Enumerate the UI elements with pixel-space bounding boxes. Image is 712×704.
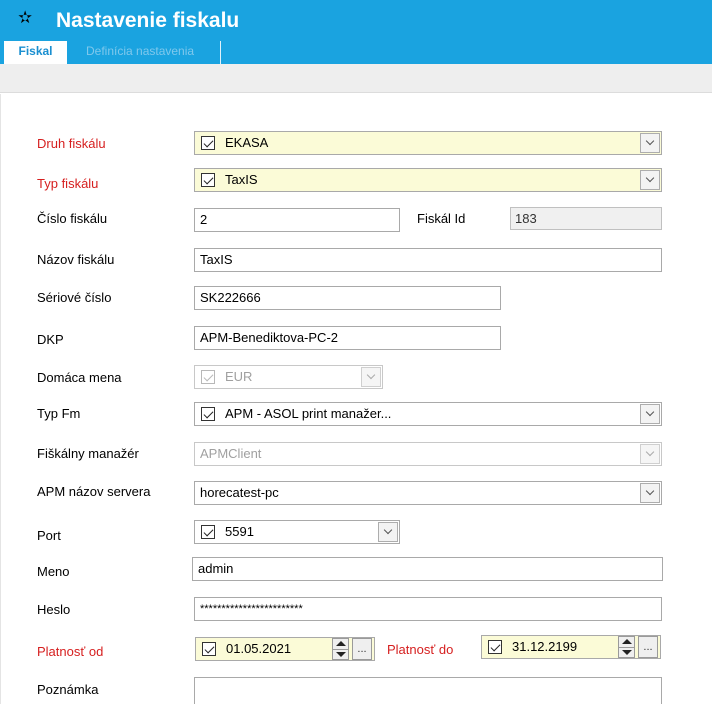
heslo-label: Heslo (37, 602, 71, 617)
seriove-cislo-input[interactable]: SK222666 (194, 286, 501, 310)
typ-fiskalu-select[interactable]: TaxIS (194, 168, 662, 192)
domaca-mena-checkbox (201, 370, 215, 384)
cislo-fiskalu-value: 2 (200, 212, 208, 227)
chevron-down-icon[interactable] (640, 404, 660, 424)
nazov-fiskalu-label: Názov fiskálu (37, 252, 115, 267)
typ-fiskalu-label: Typ fiskálu (37, 176, 99, 191)
chevron-down-icon[interactable] (640, 133, 660, 153)
port-label: Port (37, 528, 61, 543)
platnost-od-checkbox[interactable] (202, 642, 216, 656)
port-value: 5591 (225, 524, 254, 539)
port-select[interactable]: 5591 (194, 520, 400, 544)
chevron-down-icon (361, 367, 381, 387)
platnost-od-datepicker[interactable]: 01.05.2021 ... (195, 637, 375, 661)
fiskal-id-field: 183 (510, 207, 662, 230)
domaca-mena-select: EUR (194, 365, 383, 389)
heslo-input[interactable]: ************************ (194, 597, 662, 621)
chevron-down-icon[interactable] (640, 170, 660, 190)
favorite-star-icon[interactable]: ✫ (18, 8, 32, 28)
druh-fiskalu-select[interactable]: EKASA (194, 131, 662, 155)
platnost-od-spinner[interactable] (332, 638, 349, 660)
platnost-do-ellipsis-button[interactable]: ... (638, 636, 658, 658)
meno-label: Meno (37, 564, 70, 579)
typ-fiskalu-checkbox[interactable] (201, 173, 215, 187)
cislo-fiskalu-label: Číslo fiskálu (37, 211, 108, 226)
fiskal-id-value: 183 (515, 211, 537, 226)
apm-nazov-servera-select[interactable]: horecatest-pc (194, 481, 662, 505)
nazov-fiskalu-value: TaxIS (200, 252, 233, 267)
apm-nazov-servera-value: horecatest-pc (200, 485, 279, 500)
fiskalny-manazer-label: Fiškálny manažér (37, 446, 139, 461)
tab-fiskal[interactable]: Fiskal (4, 41, 67, 64)
chevron-down-icon[interactable] (640, 483, 660, 503)
spin-up-icon[interactable] (336, 641, 346, 646)
fiskal-id-label: Fiskál Id (417, 211, 466, 226)
platnost-do-checkbox[interactable] (488, 640, 502, 654)
chevron-down-icon (640, 444, 660, 464)
platnost-od-value: 01.05.2021 (226, 641, 292, 656)
platnost-do-spinner[interactable] (618, 636, 635, 658)
typ-fm-checkbox[interactable] (201, 407, 215, 421)
seriove-cislo-value: SK222666 (200, 290, 261, 305)
typ-fm-select[interactable]: APM - ASOL print manažer... (194, 402, 662, 426)
spin-down-icon[interactable] (622, 650, 632, 655)
platnost-od-ellipsis-button[interactable]: ... (352, 638, 372, 660)
platnost-od-label: Platnosť od (37, 644, 104, 659)
domaca-mena-value: EUR (225, 369, 253, 384)
typ-fm-label: Typ Fm (37, 406, 81, 421)
platnost-do-label: Platnosť do (387, 642, 454, 657)
page-title: Nastavenie fiskalu (56, 9, 240, 32)
port-checkbox[interactable] (201, 525, 215, 539)
fiskalny-manazer-value: APMClient (200, 446, 262, 461)
typ-fiskalu-value: TaxIS (225, 172, 258, 187)
seriove-cislo-label: Sériové číslo (37, 290, 112, 305)
druh-fiskalu-value: EKASA (225, 135, 269, 150)
druh-fiskalu-checkbox[interactable] (201, 136, 215, 150)
dkp-label: DKP (37, 332, 64, 347)
meno-value: admin (198, 561, 234, 576)
fiskalny-manazer-select: APMClient (194, 442, 662, 466)
window-header: ✫ Nastavenie fiskalu Fiskal Definícia na… (0, 0, 712, 64)
dkp-input[interactable]: APM-Benediktova-PC-2 (194, 326, 501, 350)
platnost-do-datepicker[interactable]: 31.12.2199 ... (481, 635, 661, 659)
apm-nazov-servera-label: APM názov servera (37, 484, 151, 499)
poznamka-textarea[interactable] (194, 677, 662, 704)
nazov-fiskalu-input[interactable]: TaxIS (194, 248, 662, 272)
platnost-do-value: 31.12.2199 (512, 639, 578, 654)
domaca-mena-label: Domáca mena (37, 370, 122, 385)
druh-fiskalu-label: Druh fiskálu (37, 136, 106, 151)
heslo-value: ************************ (200, 603, 303, 615)
poznamka-label: Poznámka (37, 682, 99, 697)
dkp-value: APM-Benediktova-PC-2 (200, 330, 338, 345)
cislo-fiskalu-input[interactable]: 2 (194, 208, 400, 232)
toolbar-strip (0, 64, 712, 93)
spin-down-icon[interactable] (336, 652, 346, 657)
chevron-down-icon[interactable] (378, 522, 398, 542)
typ-fm-value: APM - ASOL print manažer... (225, 406, 392, 421)
meno-input[interactable]: admin (192, 557, 663, 581)
spin-up-icon[interactable] (622, 639, 632, 644)
tab-definicia-nastavenia[interactable]: Definícia nastavenia (74, 41, 221, 64)
